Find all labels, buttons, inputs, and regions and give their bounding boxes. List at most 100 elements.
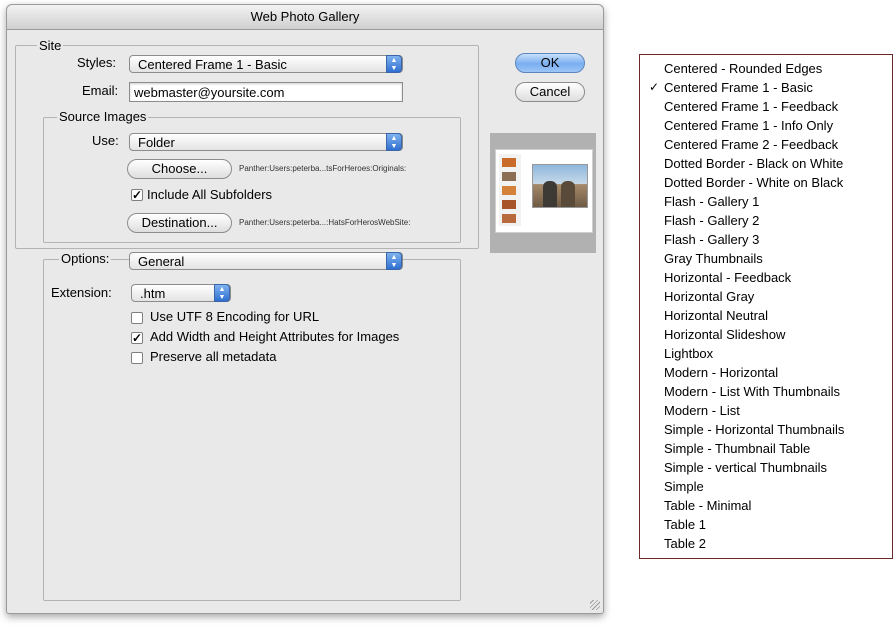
styles-menu-item-label: Simple (664, 479, 704, 494)
styles-menu-item[interactable]: Modern - List (640, 401, 892, 420)
styles-menu-item[interactable]: Horizontal - Feedback (640, 268, 892, 287)
style-preview-image (490, 133, 596, 253)
options-popup-value: General (138, 254, 185, 269)
styles-menu-item-label: Table - Minimal (664, 498, 752, 513)
styles-menu-item-label: Centered Frame 2 - Feedback (664, 137, 839, 152)
email-field[interactable]: webmaster@yoursite.com (129, 82, 403, 102)
include-subfolders-label: Include All Subfolders (147, 187, 273, 202)
popup-arrows-icon: ▲ ▼ (386, 252, 402, 270)
styles-menu-item[interactable]: Dotted Border - Black on White (640, 154, 892, 173)
styles-menu-item[interactable]: Flash - Gallery 3 (640, 230, 892, 249)
styles-menu-item[interactable]: Centered Frame 1 - Info Only (640, 116, 892, 135)
preview-thumbnail (502, 186, 516, 195)
styles-menu-item-label: Horizontal - Feedback (664, 270, 792, 285)
styles-menu-item-label: Flash - Gallery 1 (664, 194, 760, 209)
styles-menu-item-label: Modern - List (664, 403, 740, 418)
styles-menu-item[interactable]: Horizontal Gray (640, 287, 892, 306)
destination-path-text: Panther:Users:peterba...:HatsForHerosWeb… (239, 218, 411, 227)
preview-main-photo (532, 164, 588, 208)
styles-label: Styles: (77, 55, 117, 70)
styles-menu-item-label: Flash - Gallery 3 (664, 232, 760, 247)
styles-menu-item-label: Gray Thumbnails (664, 251, 763, 266)
styles-menu-item[interactable]: Simple (640, 477, 892, 496)
options-popup[interactable]: General ▲ ▼ (129, 252, 403, 270)
include-subfolders-checkbox[interactable]: ✓ (131, 189, 143, 201)
styles-menu-item[interactable]: Dotted Border - White on Black (640, 173, 892, 192)
styles-menu-item-label: Dotted Border - White on Black (664, 175, 844, 190)
preview-page (495, 149, 593, 233)
styles-menu-item[interactable]: Flash - Gallery 1 (640, 192, 892, 211)
preview-thumbnail (502, 214, 516, 223)
site-group-label: Site (37, 38, 64, 53)
styles-menu-item[interactable]: Centered Frame 1 - Feedback (640, 97, 892, 116)
width-height-attributes-checkbox[interactable]: ✓ (131, 332, 143, 344)
source-images-group-label: Source Images (57, 109, 149, 124)
extension-label: Extension: (51, 285, 112, 300)
styles-menu-item-label: Horizontal Neutral (664, 308, 769, 323)
extension-popup-value: .htm (140, 286, 166, 301)
extension-popup[interactable]: .htm ▲ ▼ (131, 284, 231, 302)
preserve-metadata-checkbox[interactable] (131, 352, 143, 364)
styles-menu-item-label: Centered Frame 1 - Basic (664, 80, 813, 95)
choose-button[interactable]: Choose... (127, 159, 232, 179)
styles-menu-item[interactable]: Table 2 (640, 534, 892, 553)
styles-menu-item[interactable]: Table 1 (640, 515, 892, 534)
styles-menu-item[interactable]: Simple - Thumbnail Table (640, 439, 892, 458)
styles-menu-item-label: Table 2 (664, 536, 706, 551)
preview-thumbnail (502, 158, 516, 167)
styles-menu-item-label: Centered Frame 1 - Feedback (664, 99, 839, 114)
checkmark-icon: ✓ (132, 331, 143, 345)
use-popup-value: Folder (138, 135, 175, 150)
resize-grip-icon[interactable] (590, 600, 600, 610)
choose-path-text: Panther:Users:peterba...tsForHeroes:Orig… (239, 164, 407, 173)
dialog-title: Web Photo Gallery (7, 5, 603, 30)
styles-menu-item[interactable]: ✓ Centered Frame 1 - Basic (640, 78, 892, 97)
cancel-button[interactable]: Cancel (515, 82, 585, 102)
styles-menu-item[interactable]: Centered Frame 2 - Feedback (640, 135, 892, 154)
ok-button[interactable]: OK (515, 53, 585, 73)
preview-person (543, 181, 557, 207)
styles-menu-item-label: Table 1 (664, 517, 706, 532)
width-height-attributes-label: Add Width and Height Attributes for Imag… (150, 329, 400, 344)
styles-menu-item-label: Simple - vertical Thumbnails (664, 460, 828, 475)
styles-menu-item[interactable]: Horizontal Neutral (640, 306, 892, 325)
styles-menu-item[interactable]: Centered - Rounded Edges (640, 59, 892, 78)
preview-person (561, 181, 575, 207)
styles-popup-value: Centered Frame 1 - Basic (138, 57, 287, 72)
styles-menu-item-label: Simple - Thumbnail Table (664, 441, 811, 456)
styles-menu-item-label: Modern - Horizontal (664, 365, 779, 380)
preview-thumbnail (502, 200, 516, 209)
styles-dropdown-menu: Centered - Rounded Edges ✓ Centered Frame … (639, 54, 893, 559)
styles-menu-item-label: Lightbox (664, 346, 714, 361)
popup-arrows-icon: ▲ ▼ (214, 284, 230, 302)
styles-menu-item-label: Flash - Gallery 2 (664, 213, 760, 228)
styles-menu-item-label: Simple - Horizontal Thumbnails (664, 422, 845, 437)
styles-menu-item[interactable]: Flash - Gallery 2 (640, 211, 892, 230)
styles-menu-item-label: Horizontal Slideshow (664, 327, 786, 342)
preview-thumbnail-strip (499, 154, 521, 226)
styles-menu-item[interactable]: Table - Minimal (640, 496, 892, 515)
styles-menu-item-label: Horizontal Gray (664, 289, 755, 304)
styles-menu-item[interactable]: Lightbox (640, 344, 892, 363)
styles-menu-item[interactable]: Simple - Horizontal Thumbnails (640, 420, 892, 439)
options-label: Options: (59, 249, 112, 269)
styles-menu-item-label: Dotted Border - Black on White (664, 156, 844, 171)
styles-menu-item-label: Centered - Rounded Edges (664, 61, 823, 76)
destination-button[interactable]: Destination... (127, 213, 232, 233)
utf8-encoding-checkbox[interactable] (131, 312, 143, 324)
styles-popup[interactable]: Centered Frame 1 - Basic ▲ ▼ (129, 55, 403, 73)
use-popup[interactable]: Folder ▲ ▼ (129, 133, 403, 151)
popup-arrows-icon: ▲ ▼ (386, 55, 402, 73)
checkmark-icon: ✓ (649, 80, 660, 94)
styles-menu-item[interactable]: Modern - List With Thumbnails (640, 382, 892, 401)
styles-menu-item[interactable]: Horizontal Slideshow (640, 325, 892, 344)
styles-menu-item[interactable]: Simple - vertical Thumbnails (640, 458, 892, 477)
styles-menu-item[interactable]: Gray Thumbnails (640, 249, 892, 268)
email-label: Email: (82, 83, 119, 98)
popup-arrows-icon: ▲ ▼ (386, 133, 402, 151)
styles-menu-item-label: Centered Frame 1 - Info Only (664, 118, 834, 133)
use-label: Use: (92, 133, 119, 148)
styles-menu-item[interactable]: Modern - Horizontal (640, 363, 892, 382)
preview-thumbnail (502, 172, 516, 181)
styles-menu-item-label: Modern - List With Thumbnails (664, 384, 841, 399)
